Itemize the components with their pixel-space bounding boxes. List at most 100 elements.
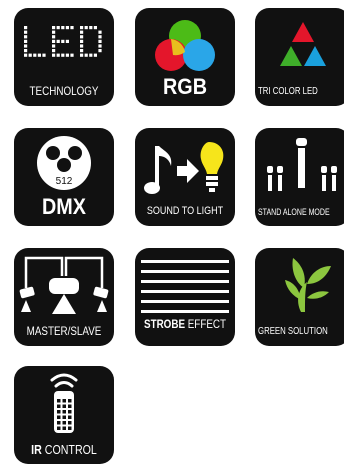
remote-key — [68, 404, 72, 408]
tri-color-led-label: TRI COLOR LED — [258, 86, 318, 97]
sound-to-light-label: SOUND TO LIGHT — [146, 205, 224, 217]
green-solution-tile: GREEN SOLUTION — [255, 248, 344, 346]
green-triangle — [280, 46, 302, 66]
led-dot — [24, 35, 28, 39]
remote-key — [68, 415, 72, 419]
led-dot — [89, 53, 93, 57]
led-dot — [98, 39, 102, 43]
led-dot — [98, 44, 102, 48]
led-dot — [80, 53, 84, 57]
led-dot — [84, 26, 88, 30]
remote-key — [68, 410, 72, 414]
led-dot — [37, 53, 41, 57]
remote-key — [62, 399, 66, 403]
led-dot — [65, 53, 69, 57]
led-dot — [56, 39, 60, 43]
led-dot — [65, 26, 69, 30]
remote-key — [57, 426, 61, 430]
remote-key — [62, 404, 66, 408]
signal-waves-icon — [50, 373, 78, 388]
light-bulb-icon — [200, 142, 224, 192]
blue-triangle — [304, 46, 326, 66]
strobe-bold-label: STROBE — [144, 317, 186, 331]
led-dot — [89, 26, 93, 30]
led-dot — [61, 39, 65, 43]
led-dot — [70, 26, 74, 30]
led-dot — [80, 49, 84, 53]
led-dot — [93, 26, 97, 30]
rgb-label: RGB — [162, 74, 207, 99]
strobe-lines-icon — [141, 260, 229, 313]
led-dot — [80, 35, 84, 39]
tri-color-led-tile: TRI COLOR LED — [255, 8, 344, 106]
led-dot — [52, 30, 56, 34]
dmx-number: 512 — [56, 176, 73, 187]
led-dot — [52, 49, 56, 53]
led-dot — [56, 53, 60, 57]
led-dot — [61, 53, 65, 57]
sound-to-light-tile: SOUND TO LIGHT — [135, 128, 235, 226]
remote-key — [62, 426, 66, 430]
arrow-right-icon — [177, 159, 199, 183]
strobe-effect-label: STROBE EFFECT — [144, 317, 226, 331]
master-slave-label: MASTER/SLAVE — [26, 324, 102, 338]
remote-key — [57, 399, 61, 403]
led-dot — [52, 53, 56, 57]
remote-key — [68, 426, 72, 430]
remote-key — [62, 410, 66, 414]
stand-alone-mode-label: STAND ALONE MODE — [258, 207, 330, 217]
remote-key — [62, 415, 66, 419]
ir-control-tile: IR CONTROL — [14, 366, 114, 464]
led-dot — [80, 39, 84, 43]
led-dot — [52, 35, 56, 39]
strobe-effect-tile: STROBE EFFECT — [135, 248, 235, 346]
ir-control-label: IR CONTROL — [23, 442, 105, 457]
green-solution-label: GREEN SOLUTION — [258, 326, 328, 337]
led-dot — [24, 39, 28, 43]
remote-key — [68, 399, 72, 403]
ir-bold-label: IR — [31, 442, 42, 457]
led-dot — [42, 53, 46, 57]
led-dot — [84, 53, 88, 57]
dmx-label: DMX — [41, 194, 86, 219]
rgb-tile: RGB — [135, 8, 235, 106]
led-dot — [24, 49, 28, 53]
led-technology-label: TECHNOLOGY — [29, 84, 99, 98]
led-dot — [24, 26, 28, 30]
led-dot — [56, 26, 60, 30]
led-dot — [33, 53, 37, 57]
dmx-tile: 512 DMX — [14, 128, 114, 226]
led-dot — [52, 26, 56, 30]
remote-key — [57, 421, 61, 425]
remote-key — [57, 415, 61, 419]
blue-circle — [183, 39, 215, 71]
led-technology-tile: TECHNOLOGY — [14, 8, 114, 106]
music-note-icon — [144, 146, 172, 194]
led-dot — [24, 30, 28, 34]
led-dot — [52, 44, 56, 48]
remote-key — [57, 404, 61, 408]
led-dot — [98, 49, 102, 53]
led-dot — [98, 35, 102, 39]
strobe-rest-label: EFFECT — [185, 317, 227, 331]
remote-key — [62, 421, 66, 425]
led-dot — [98, 30, 102, 34]
led-dot — [61, 26, 65, 30]
remote-key — [57, 410, 61, 414]
led-dot — [52, 39, 56, 43]
ir-rest-label: CONTROL — [41, 442, 97, 457]
led-dot — [80, 30, 84, 34]
led-dot — [80, 44, 84, 48]
master-slave-tile: MASTER/SLAVE — [14, 248, 114, 346]
stand-alone-mode-tile: STAND ALONE MODE — [255, 128, 344, 226]
led-dot — [24, 53, 28, 57]
led-dot — [65, 39, 69, 43]
led-dot — [93, 53, 97, 57]
remote-key — [68, 421, 72, 425]
led-dot — [80, 26, 84, 30]
led-dot — [70, 53, 74, 57]
led-dot — [24, 44, 28, 48]
led-dot — [28, 53, 32, 57]
red-triangle — [292, 22, 314, 42]
red-circle — [155, 39, 187, 71]
